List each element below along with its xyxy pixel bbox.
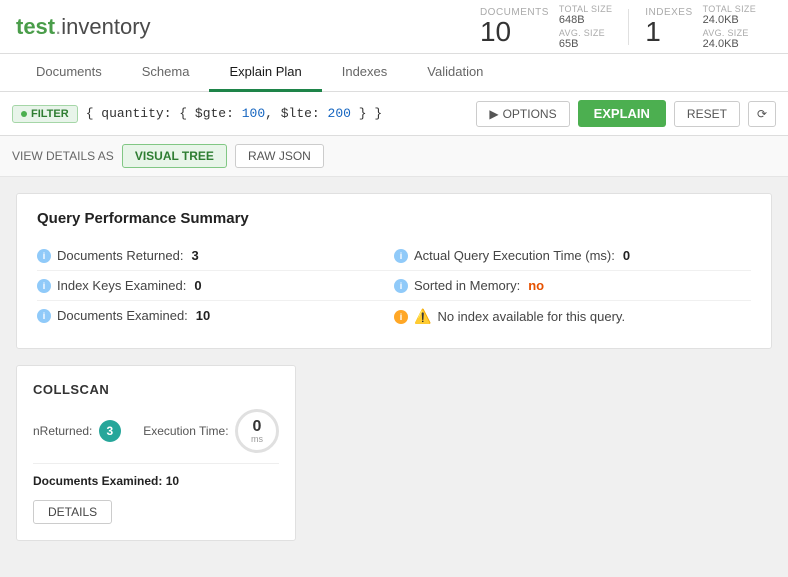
perf-summary: Query Performance Summary i Documents Re… — [16, 193, 772, 349]
perf-right-col: i Actual Query Execution Time (ms): 0 i … — [394, 241, 751, 332]
perf-index-keys-value: 0 — [194, 278, 201, 293]
documents-count: 10 — [480, 18, 511, 46]
filter-query[interactable]: { quantity: { $gte: 100, $lte: 200 } } — [86, 106, 469, 121]
collscan-docs-examined-value: 10 — [166, 474, 179, 488]
indexes-sub-stats: TOTAL SIZE 24.0KB AVG. SIZE 24.0KB — [703, 4, 756, 50]
info-icon-3: i — [37, 309, 51, 323]
documents-total-size-value: 648B — [559, 14, 612, 26]
documents-total-size-label: TOTAL SIZE — [559, 4, 612, 14]
main-content: Query Performance Summary i Documents Re… — [0, 177, 788, 577]
raw-json-button[interactable]: RAW JSON — [235, 144, 324, 168]
collscan-nreturned-badge: 3 — [99, 420, 121, 442]
tab-schema[interactable]: Schema — [122, 54, 210, 92]
query-num1: 100 — [242, 106, 265, 121]
perf-row-docs-examined: i Documents Examined: 10 — [37, 301, 394, 330]
logo-part2: inventory — [61, 14, 150, 39]
collscan-docs-examined-row: Documents Examined: 10 — [33, 474, 279, 488]
collscan-docs-examined-label: Documents Examined: — [33, 474, 162, 488]
collscan-exec-time-label: Execution Time: — [143, 424, 228, 438]
filter-label: FILTER — [31, 108, 69, 120]
tab-indexes[interactable]: Indexes — [322, 54, 408, 92]
perf-docs-examined-value: 10 — [196, 308, 210, 323]
query-suffix: } } — [351, 106, 382, 121]
query-prefix: { quantity: { $gte: — [86, 106, 242, 121]
info-icon-5: i — [394, 279, 408, 293]
documents-count-block: DOCUMENTS 10 — [480, 7, 549, 46]
filter-bar: FILTER { quantity: { $gte: 100, $lte: 20… — [0, 92, 788, 136]
collscan-nreturned-row: nReturned: 3 Execution Time: 0 ms — [33, 409, 279, 453]
perf-row-index-keys: i Index Keys Examined: 0 — [37, 271, 394, 301]
details-button[interactable]: DETAILS — [33, 500, 112, 524]
perf-summary-title: Query Performance Summary — [37, 210, 751, 227]
filter-dot — [21, 111, 27, 117]
logo: test.inventory — [16, 14, 151, 40]
query-num2: 200 — [328, 106, 351, 121]
perf-sorted-memory-value: no — [528, 278, 544, 293]
perf-docs-examined-label: Documents Examined: — [57, 308, 188, 323]
perf-docs-returned-value: 3 — [191, 248, 198, 263]
options-label: OPTIONS — [503, 107, 557, 121]
warn-icon: i — [394, 310, 408, 324]
tab-validation[interactable]: Validation — [407, 54, 503, 92]
perf-sorted-memory-label: Sorted in Memory: — [414, 278, 520, 293]
explain-button[interactable]: EXPLAIN — [578, 100, 666, 127]
info-icon-1: i — [37, 249, 51, 263]
tab-documents[interactable]: Documents — [16, 54, 122, 92]
indexes-count: 1 — [645, 18, 661, 46]
tab-explain-plan[interactable]: Explain Plan — [209, 54, 321, 92]
indexes-stat: INDEXES 1 TOTAL SIZE 24.0KB AVG. SIZE 24… — [629, 4, 772, 50]
collscan-title: COLLSCAN — [33, 382, 279, 397]
collscan-nreturned-label: nReturned: — [33, 424, 92, 438]
info-icon-4: i — [394, 249, 408, 263]
execution-time-value: 0 — [253, 419, 262, 435]
perf-row-docs-returned: i Documents Returned: 3 — [37, 241, 394, 271]
perf-docs-returned-label: Documents Returned: — [57, 248, 183, 263]
perf-exec-time-label: Actual Query Execution Time (ms): — [414, 248, 615, 263]
warn-triangle-icon: ⚠️ — [414, 308, 431, 325]
indexes-avg-size-value: 24.0KB — [703, 38, 756, 50]
header: test.inventory DOCUMENTS 10 TOTAL SIZE 6… — [0, 0, 788, 54]
query-sep: , $lte: — [265, 106, 327, 121]
options-button[interactable]: ▶ OPTIONS — [476, 101, 569, 127]
options-arrow-icon: ▶ — [489, 107, 498, 121]
documents-sub-stats: TOTAL SIZE 648B AVG. SIZE 65B — [559, 4, 612, 50]
documents-stat: DOCUMENTS 10 TOTAL SIZE 648B AVG. SIZE 6… — [464, 4, 628, 50]
documents-avg-size-value: 65B — [559, 38, 612, 50]
filter-query-text: { quantity: { $gte: 100, $lte: 200 } } — [86, 106, 382, 121]
indexes-total-size-value: 24.0KB — [703, 14, 756, 26]
indexes-count-block: INDEXES 1 — [645, 7, 692, 46]
reset-button[interactable]: RESET — [674, 101, 740, 127]
documents-total-size: TOTAL SIZE 648B — [559, 4, 612, 26]
perf-no-index-label: No index available for this query. — [437, 309, 625, 324]
collscan-block: COLLSCAN nReturned: 3 Execution Time: 0 … — [16, 365, 296, 541]
indexes-total-size-label: TOTAL SIZE — [703, 4, 756, 14]
view-details-label: VIEW DETAILS AS — [12, 149, 114, 163]
perf-row-sorted-memory: i Sorted in Memory: no — [394, 271, 751, 301]
perf-row-exec-time: i Actual Query Execution Time (ms): 0 — [394, 241, 751, 271]
logo-part1: test — [16, 14, 55, 39]
perf-row-no-index: i ⚠️ No index available for this query. — [394, 301, 751, 332]
perf-index-keys-label: Index Keys Examined: — [57, 278, 186, 293]
info-icon-2: i — [37, 279, 51, 293]
perf-grid: i Documents Returned: 3 i Index Keys Exa… — [37, 241, 751, 332]
documents-avg-size-label: AVG. SIZE — [559, 28, 612, 38]
nav-tabs: Documents Schema Explain Plan Indexes Va… — [0, 54, 788, 92]
filter-badge[interactable]: FILTER — [12, 105, 78, 123]
documents-avg-size: AVG. SIZE 65B — [559, 28, 612, 50]
perf-left-col: i Documents Returned: 3 i Index Keys Exa… — [37, 241, 394, 332]
indexes-avg-size: AVG. SIZE 24.0KB — [703, 28, 756, 50]
indexes-avg-size-label: AVG. SIZE — [703, 28, 756, 38]
execution-time-unit: ms — [251, 435, 263, 444]
header-stats: DOCUMENTS 10 TOTAL SIZE 648B AVG. SIZE 6… — [464, 4, 772, 50]
perf-exec-time-value: 0 — [623, 248, 630, 263]
indexes-total-size: TOTAL SIZE 24.0KB — [703, 4, 756, 26]
history-button[interactable]: ⟳ — [748, 101, 776, 127]
view-toggle-bar: VIEW DETAILS AS VISUAL TREE RAW JSON — [0, 136, 788, 177]
execution-time-circle: 0 ms — [235, 409, 279, 453]
collscan-divider — [33, 463, 279, 464]
visual-tree-button[interactable]: VISUAL TREE — [122, 144, 227, 168]
history-icon: ⟳ — [757, 107, 767, 121]
